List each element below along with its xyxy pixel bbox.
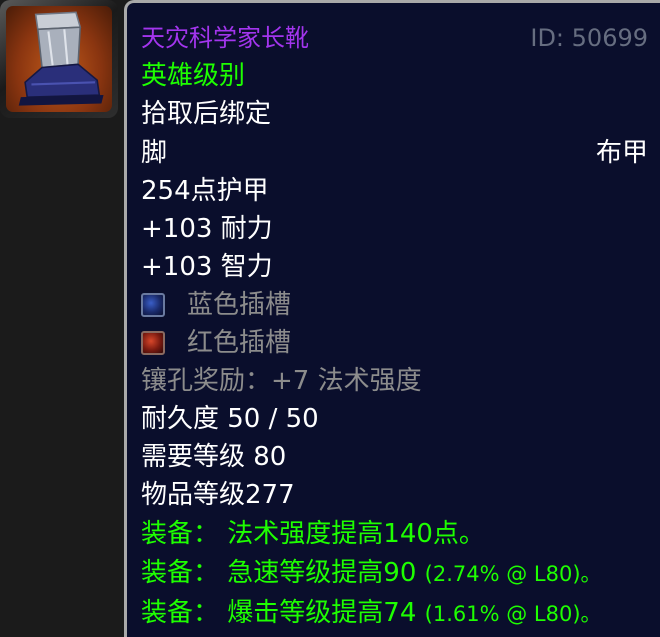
stat-stamina: +103 耐力 bbox=[141, 214, 273, 244]
blue-socket-icon bbox=[141, 293, 165, 317]
item-id: ID: 50699 bbox=[530, 24, 648, 52]
equip-effect-1: 装备： 法术强度提高140点。 bbox=[141, 515, 648, 553]
equip-prefix: 装备： bbox=[141, 558, 220, 588]
equip-prefix: 装备： bbox=[141, 519, 220, 549]
item-name-row: 天灾科学家长靴 ID: 50699 bbox=[141, 19, 648, 57]
item-level: 物品等级277 bbox=[141, 480, 295, 510]
equip-rating-note: (1.61% @ L80)。 bbox=[424, 602, 602, 626]
slot-row: 脚 布甲 bbox=[141, 134, 648, 172]
equip-text: 急速等级提高90 bbox=[227, 558, 417, 588]
red-socket-icon bbox=[141, 331, 165, 355]
socket-bonus: 镶孔奖励：+7 法术强度 bbox=[141, 366, 422, 396]
equip-effect-3: 装备： 爆击等级提高74 (1.61% @ L80)。 bbox=[141, 594, 648, 632]
item-quality: 英雄级别 bbox=[141, 61, 246, 91]
item-icon-frame[interactable] bbox=[0, 0, 118, 118]
socket-red-row: 红色插槽 bbox=[141, 324, 648, 362]
required-level: 需要等级 80 bbox=[141, 442, 287, 472]
socket-blue-row: 蓝色插槽 bbox=[141, 286, 648, 324]
item-name: 天灾科学家长靴 bbox=[141, 24, 309, 52]
equip-effect-2: 装备： 急速等级提高90 (2.74% @ L80)。 bbox=[141, 554, 648, 592]
equip-prefix: 装备： bbox=[141, 598, 220, 628]
equip-text: 法术强度提高140点。 bbox=[227, 519, 485, 549]
equip-text: 爆击等级提高74 bbox=[227, 598, 417, 628]
equip-rating-note: (2.74% @ L80)。 bbox=[424, 562, 602, 586]
cloth-boots-icon bbox=[6, 6, 112, 112]
armor-value: 254点护甲 bbox=[141, 176, 269, 206]
stat-intellect: +103 智力 bbox=[141, 252, 273, 282]
socket-red-label: 红色插槽 bbox=[187, 328, 292, 358]
bind-type: 拾取后绑定 bbox=[141, 99, 272, 129]
item-tooltip: 天灾科学家长靴 ID: 50699 英雄级别 拾取后绑定 脚 布甲 254点护甲… bbox=[124, 0, 660, 637]
armor-type: 布甲 bbox=[595, 138, 648, 168]
durability: 耐久度 50 / 50 bbox=[141, 404, 319, 434]
item-slot: 脚 bbox=[141, 138, 168, 168]
socket-blue-label: 蓝色插槽 bbox=[187, 290, 292, 320]
